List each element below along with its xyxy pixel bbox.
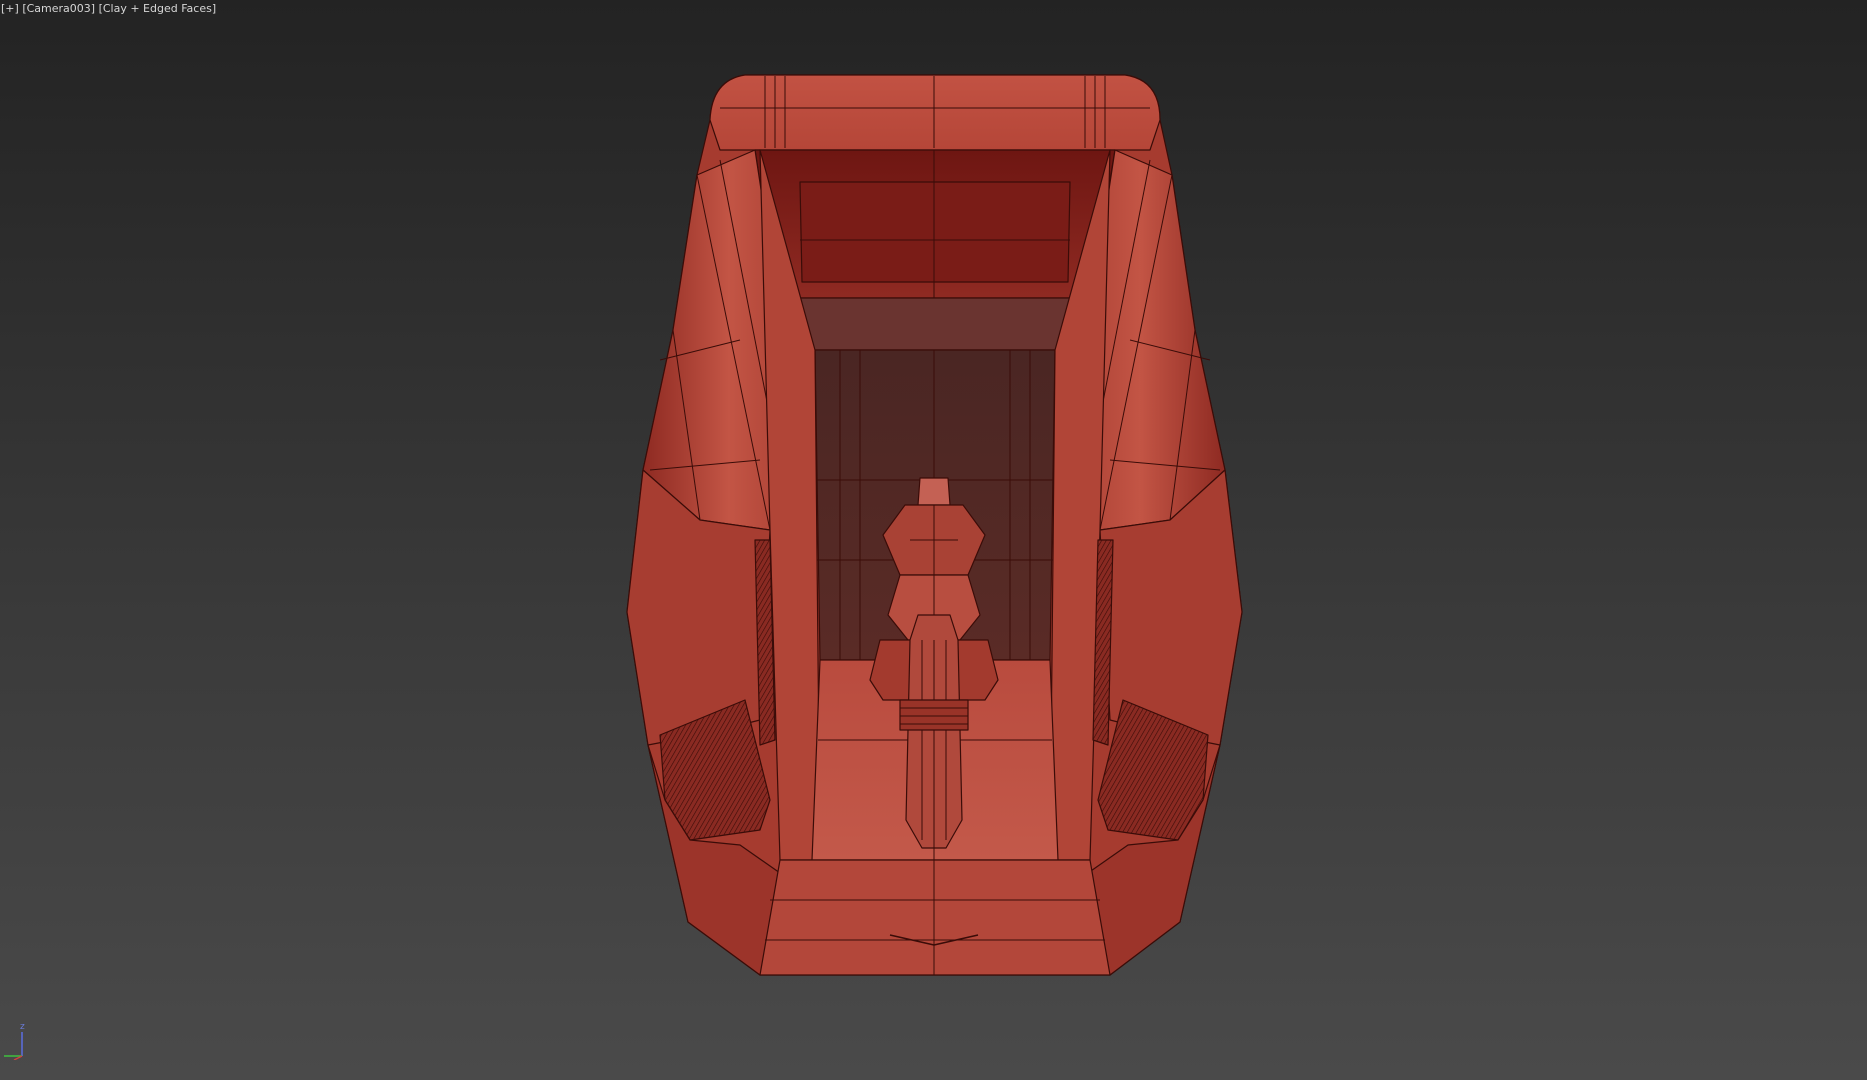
pod-model[interactable]	[0, 0, 1867, 1080]
viewport[interactable]: [+] [Camera003] [Clay + Edged Faces] z	[0, 0, 1867, 1080]
gizmo-z-label: z	[20, 1022, 25, 1032]
